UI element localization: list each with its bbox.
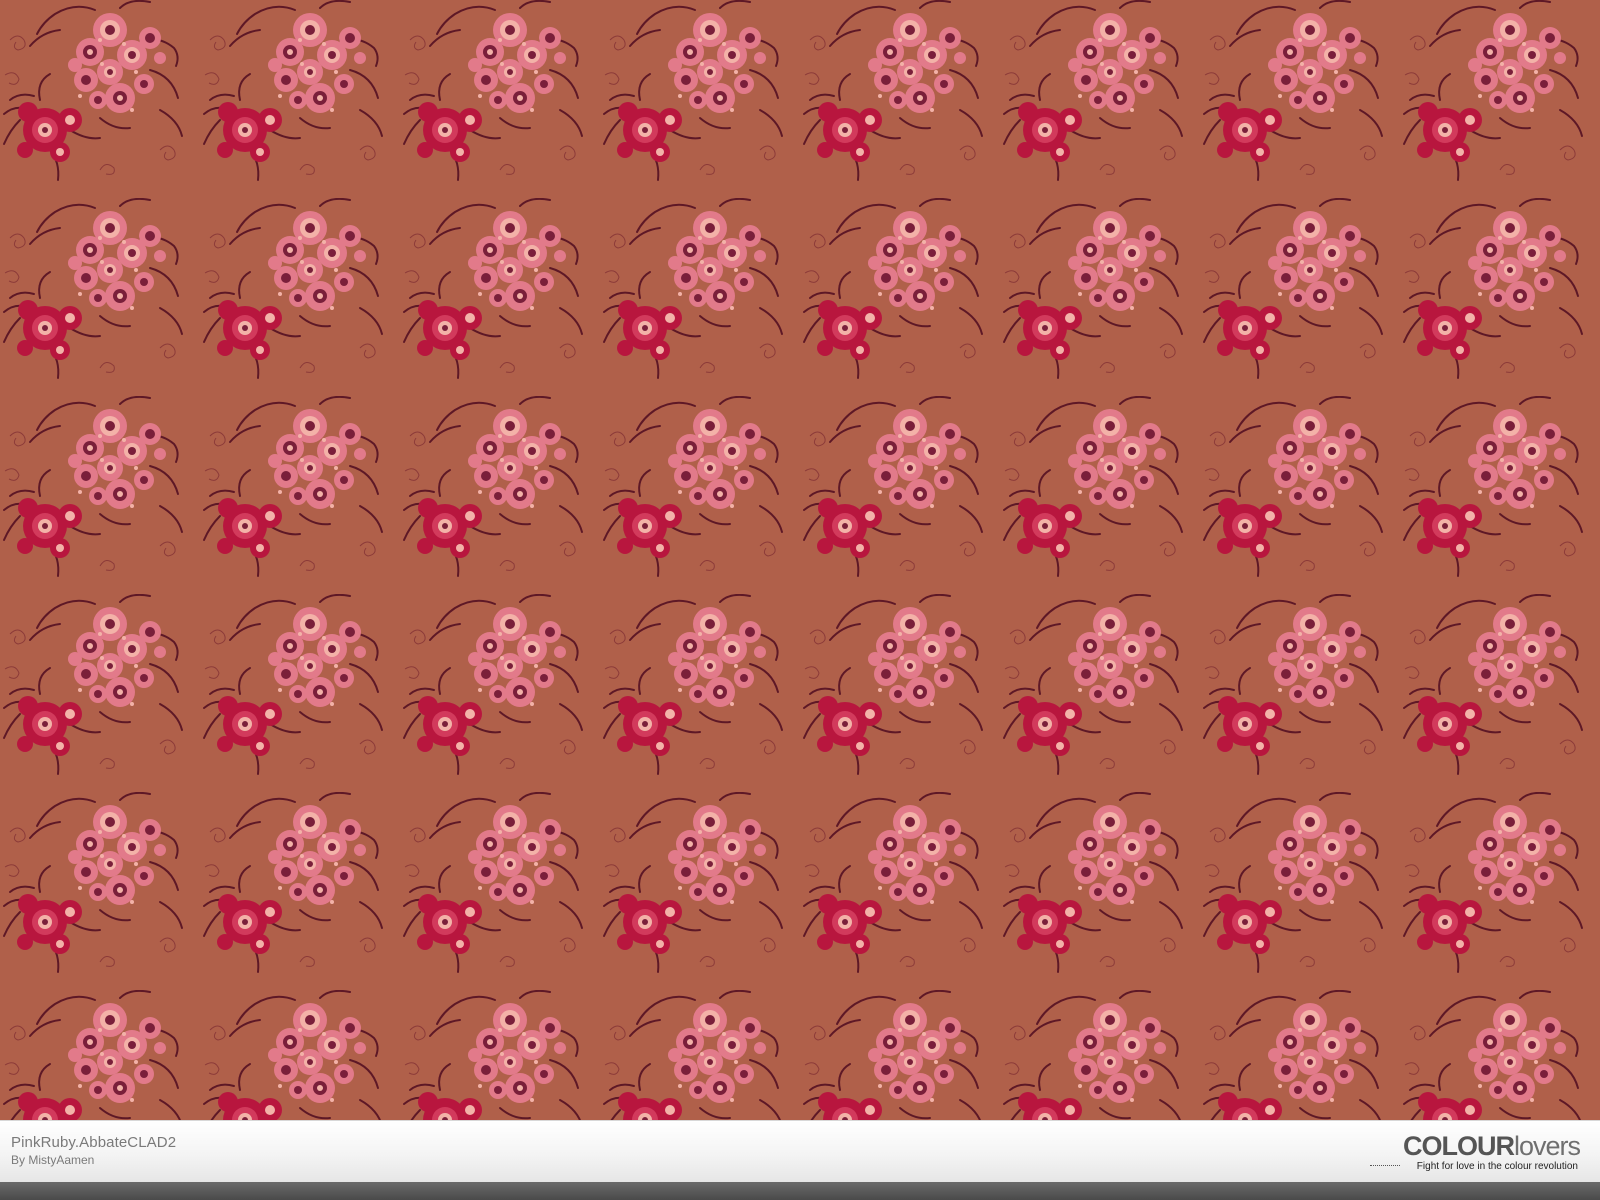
pattern-title[interactable]: PinkRuby.AbbateCLAD2	[11, 1134, 176, 1151]
brand-tagline: Fight for love in the colour revolution	[1416, 1161, 1578, 1172]
tagline-dots	[1370, 1165, 1400, 1166]
pattern-author[interactable]: By MistyAamen	[11, 1153, 94, 1167]
bottom-strip	[0, 1182, 1600, 1200]
floral-pattern-image	[0, 0, 1600, 1120]
pattern-preview	[0, 0, 1600, 1120]
colourlovers-logo[interactable]: COLOURlovers	[1402, 1131, 1581, 1161]
footer-bar: PinkRuby.AbbateCLAD2 By MistyAamen COLOU…	[0, 1120, 1600, 1182]
colourlovers-branding[interactable]: COLOURlovers Fight for love in the colou…	[1340, 1131, 1581, 1175]
logo-light-text: lovers	[1513, 1131, 1581, 1161]
logo-bold-text: COLOUR	[1402, 1131, 1515, 1161]
